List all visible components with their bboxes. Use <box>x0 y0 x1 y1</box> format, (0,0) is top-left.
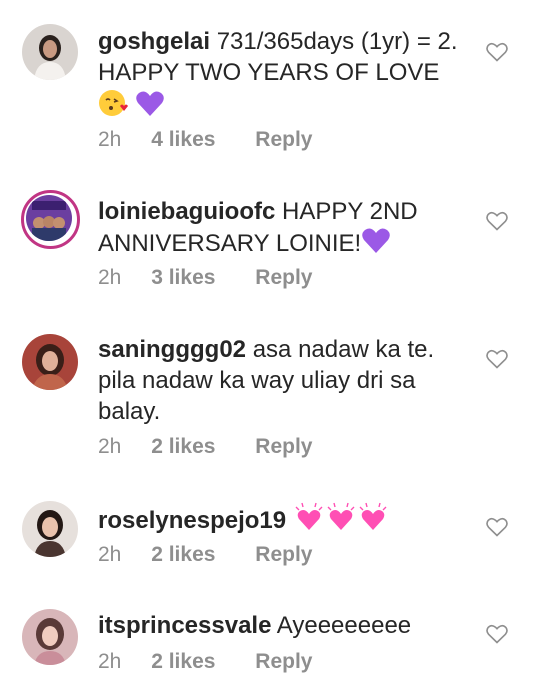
comment-time: 2h <box>98 435 122 458</box>
growing-heart-icon <box>293 502 325 540</box>
avatar-photo <box>26 195 72 241</box>
comment-text: itsprincessvale Ayeeeeeeee <box>98 610 478 641</box>
reply-button[interactable]: Reply <box>255 128 312 151</box>
avatar-photo <box>22 501 78 557</box>
comment-username[interactable]: saningggg02 <box>98 336 246 363</box>
purple-heart-icon <box>135 90 165 126</box>
reply-button[interactable]: Reply <box>255 435 312 458</box>
comment-username[interactable]: roselynespejo19 <box>98 507 286 534</box>
comment-likes[interactable]: 2 likes <box>151 543 215 566</box>
comment-username[interactable]: itsprincessvale <box>98 612 271 639</box>
comment-text: roselynespejo19 <box>98 502 478 540</box>
reply-button[interactable]: Reply <box>255 650 312 673</box>
avatar[interactable] <box>22 501 78 557</box>
reply-button[interactable]: Reply <box>255 266 312 289</box>
avatar[interactable] <box>22 334 78 390</box>
avatar[interactable] <box>22 609 78 665</box>
comment-likes[interactable]: 2 likes <box>151 650 215 673</box>
avatar[interactable] <box>22 24 78 80</box>
comment-username[interactable]: loiniebaguioofc <box>98 198 275 225</box>
comment-time: 2h <box>98 650 122 673</box>
comment-meta: 2h 4 likes Reply <box>98 128 312 152</box>
avatar-photo <box>22 609 78 665</box>
avatar[interactable] <box>21 190 80 249</box>
comment-body: Ayeeeeeeee <box>276 612 412 639</box>
like-heart-icon[interactable] <box>486 211 508 231</box>
comment-meta: 2h 2 likes Reply <box>98 543 312 567</box>
comment-likes[interactable]: 4 likes <box>151 128 215 151</box>
comment-likes[interactable]: 2 likes <box>151 435 215 458</box>
avatar-photo <box>22 24 78 80</box>
comment-time: 2h <box>98 543 122 566</box>
like-heart-icon[interactable] <box>486 349 508 369</box>
comment-meta: 2h 3 likes Reply <box>98 266 312 290</box>
like-heart-icon[interactable] <box>486 624 508 644</box>
kissing-face-with-heart-icon <box>98 88 128 126</box>
like-heart-icon[interactable] <box>486 517 508 537</box>
like-heart-icon[interactable] <box>486 42 508 62</box>
comment-meta: 2h 2 likes Reply <box>98 650 312 674</box>
comment-username[interactable]: goshgelai <box>98 28 210 55</box>
purple-heart-icon <box>361 227 391 263</box>
comment-text: goshgelai 731/365days (1yr) = 2. HAPPY T… <box>98 26 478 126</box>
reply-button[interactable]: Reply <box>255 543 312 566</box>
growing-heart-icon <box>357 502 389 540</box>
comment-time: 2h <box>98 266 122 289</box>
growing-heart-icon <box>325 502 357 540</box>
avatar-photo <box>22 334 78 390</box>
comment-likes[interactable]: 3 likes <box>151 266 215 289</box>
comment-text: loiniebaguioofc HAPPY 2ND ANNIVERSARY LO… <box>98 196 478 263</box>
comment-text: saningggg02 asa nadaw ka te. pila nadaw … <box>98 334 478 427</box>
comment-time: 2h <box>98 128 122 151</box>
comment-meta: 2h 2 likes Reply <box>98 435 312 459</box>
